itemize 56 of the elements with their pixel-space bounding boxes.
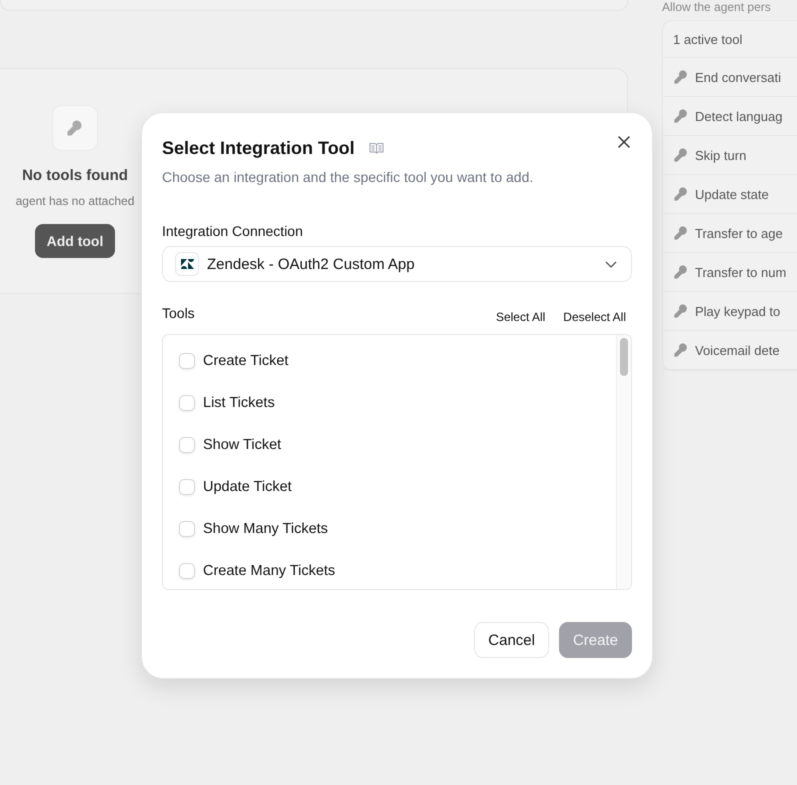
deselect-all-button[interactable]: Deselect All bbox=[557, 308, 632, 326]
z-logo-icon bbox=[175, 252, 199, 276]
wrench-icon bbox=[673, 225, 689, 241]
connection-dropdown[interactable]: Zendesk - OAuth2 Custom App bbox=[162, 246, 632, 282]
checkbox[interactable] bbox=[179, 437, 195, 453]
tool-name: Show Many Tickets bbox=[203, 521, 328, 537]
tool-name: List Tickets bbox=[203, 395, 275, 411]
tool-name: Update Ticket bbox=[203, 479, 292, 495]
book-icon[interactable] bbox=[368, 142, 384, 154]
wrench-icon bbox=[673, 186, 689, 202]
wrench-icon bbox=[673, 264, 689, 280]
tool-item[interactable]: Transfer to num bbox=[663, 253, 797, 292]
tool-name: Show Ticket bbox=[203, 437, 282, 453]
tool-item[interactable]: Play keypad to bbox=[663, 292, 797, 331]
wrench-icon bbox=[673, 108, 689, 124]
panel-hint: Allow the agent pers bbox=[662, 0, 772, 14]
tool-name: Update state bbox=[695, 186, 769, 202]
tool-name: End conversati bbox=[695, 70, 781, 84]
tool-name: Play keypad to bbox=[695, 304, 780, 318]
tool-name: Transfer to age bbox=[695, 226, 783, 240]
checkbox[interactable] bbox=[179, 479, 195, 495]
tool-name: Create Ticket bbox=[203, 353, 288, 369]
tool-name: Voicemail dete bbox=[695, 342, 780, 358]
tool-name: Detect languag bbox=[695, 108, 782, 124]
empty-state-title: No tools found bbox=[22, 167, 128, 184]
cancel-button[interactable]: Cancel bbox=[474, 622, 549, 658]
wrench-icon bbox=[52, 105, 98, 151]
tool-name: Transfer to num bbox=[695, 264, 786, 280]
select-all-button[interactable]: Select All bbox=[490, 308, 552, 326]
dropdown-value: Zendesk - OAuth2 Custom App bbox=[207, 256, 416, 272]
dialog-title: Select Integration Tool bbox=[162, 138, 355, 158]
chevron-down-icon bbox=[605, 260, 617, 268]
tool-item[interactable]: Detect languag bbox=[663, 97, 797, 136]
field-label: Tools bbox=[162, 305, 195, 321]
wrench-icon bbox=[673, 342, 689, 358]
active-tools-count: 1 active tool bbox=[663, 21, 797, 58]
wrench-icon bbox=[673, 147, 689, 163]
tool-item[interactable]: Voicemail dete bbox=[663, 331, 797, 370]
tool-item[interactable]: Transfer to age bbox=[663, 214, 797, 253]
checkbox[interactable] bbox=[179, 395, 195, 411]
empty-state-message: agent has no attached bbox=[16, 194, 134, 208]
tool-item[interactable]: End conversati bbox=[663, 58, 797, 97]
scrollbar[interactable] bbox=[616, 335, 631, 589]
dialog-subtitle: Choose an integration and the specific tool you want to add. bbox=[162, 169, 534, 185]
checkbox[interactable] bbox=[179, 353, 195, 369]
checkbox[interactable] bbox=[179, 521, 195, 537]
tool-name: Create Many Tickets bbox=[203, 563, 336, 579]
add-tool-button[interactable]: Add tool bbox=[34, 224, 116, 258]
tool-name: Skip turn bbox=[695, 148, 746, 162]
tool-item[interactable]: Update state bbox=[663, 175, 797, 214]
field-label: Integration Connection bbox=[162, 223, 304, 239]
wrench-icon bbox=[673, 69, 689, 85]
wrench-icon bbox=[673, 303, 689, 319]
close-icon[interactable] bbox=[618, 136, 630, 148]
checkbox[interactable] bbox=[179, 563, 195, 579]
tool-item[interactable]: Skip turn bbox=[663, 136, 797, 175]
